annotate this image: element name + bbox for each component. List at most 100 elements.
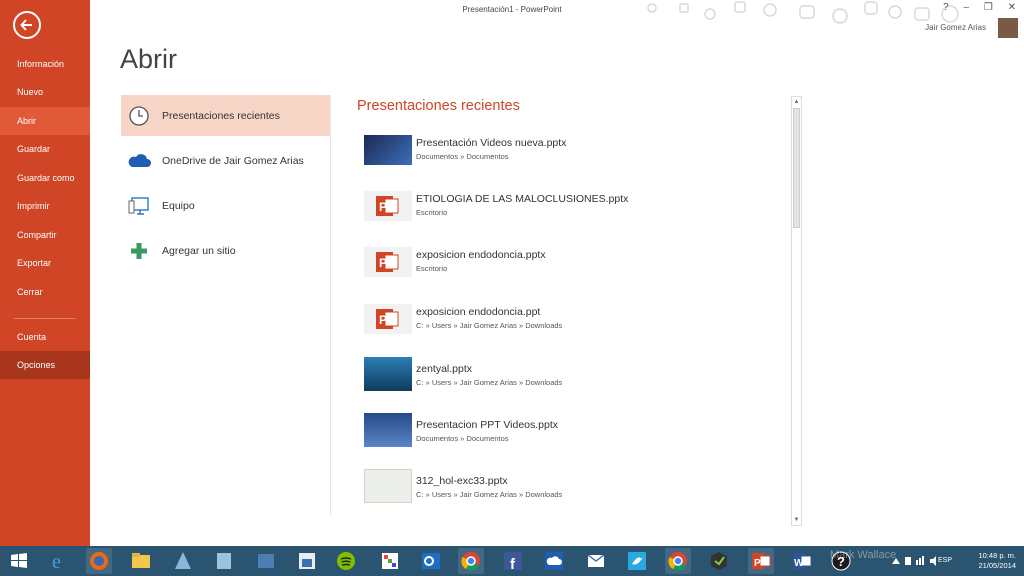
recent-file-item[interactable]: P ETIOLOGIA DE LAS MALOCLUSIONES.pptx Es… [357,191,787,239]
sidebar-item-guardar[interactable]: Guardar [0,135,90,163]
avatar[interactable] [998,18,1018,38]
svg-text:e: e [52,551,61,573]
powerpoint-file-icon: P [364,191,412,221]
location-onedrive[interactable]: OneDrive de Jair Gomez Arias [121,140,330,181]
user-name[interactable]: Jair Gomez Arias [925,23,986,32]
scroll-thumb[interactable] [793,108,800,228]
file-name: exposicion endodoncia.ppt [416,306,541,318]
plus-icon [127,239,151,263]
file-name: 312_hol-exc33.pptx [416,475,508,487]
svg-text:P: P [379,200,387,214]
location-computer[interactable]: Equipo [121,185,330,226]
clock-date: 21/05/2014 [978,561,1016,570]
minimize-button[interactable]: – [964,2,970,13]
file-path: Documentos » Documentos [416,434,509,443]
slide-thumbnail [364,357,412,391]
location-recent-presentations[interactable]: Presentaciones recientes [121,95,330,136]
tray-icons[interactable] [890,555,940,567]
spotify-icon[interactable] [333,548,359,574]
svg-text:P: P [379,256,387,270]
file-name: Presentación Videos nueva.pptx [416,137,567,149]
app-icon[interactable] [211,548,237,574]
sidebar-divider [14,318,76,319]
restore-button[interactable]: ❐ [984,2,993,13]
recent-file-item[interactable]: Presentación Videos nueva.pptx Documento… [357,135,787,183]
twitter-icon[interactable] [624,548,650,574]
file-path: Escritorio [416,208,448,217]
sidebar-item-cerrar[interactable]: Cerrar [0,278,90,306]
sidebar-item-imprimir[interactable]: Imprimir [0,192,90,220]
language-indicator[interactable]: ESP [938,557,952,564]
windows-start-icon[interactable] [6,548,32,574]
powerpoint-icon[interactable]: P [748,548,774,574]
firefox-icon[interactable] [86,548,112,574]
panel-divider [330,95,331,515]
file-path: C: » Users » Jair Gomez Arias » Download… [416,321,563,330]
back-button[interactable] [13,11,41,39]
app-icon[interactable] [294,548,320,574]
file-path: C: » Users » Jair Gomez Arias » Download… [416,490,563,499]
page-title: Abrir [120,44,178,74]
app-icon[interactable] [706,548,732,574]
file-name: zentyal.pptx [416,363,473,375]
internet-explorer-icon[interactable]: e [46,548,72,574]
clock-icon [127,104,151,128]
location-label: Presentaciones recientes [162,109,280,122]
app-icon[interactable] [170,548,196,574]
sidebar-item-guardar-como[interactable]: Guardar como [0,164,90,192]
powerpoint-file-icon: P [364,304,412,334]
clock[interactable]: 10:48 p. m. 21/05/2014 [966,551,1016,571]
powerpoint-file-icon: P [364,247,412,277]
recent-file-item[interactable]: P exposicion endodoncia.ppt C: » Users »… [357,304,787,352]
chrome-icon[interactable] [458,548,484,574]
file-path: C: » Users » Jair Gomez Arias » Download… [416,378,563,387]
sidebar-item-opciones[interactable]: Opciones [0,351,90,379]
help-button[interactable]: ? [943,2,949,13]
clock-time: 10:48 p. m. [978,551,1016,560]
file-name: ETIOLOGIA DE LAS MALOCLUSIONES.pptx [416,193,629,205]
sidebar-item-nuevo[interactable]: Nuevo [0,78,90,106]
onedrive-icon[interactable] [541,548,567,574]
watermark-text: Mark Wallace [830,549,897,561]
sidebar-item-compartir[interactable]: Compartir [0,221,90,249]
location-label: Equipo [162,199,195,212]
sidebar-item-cuenta[interactable]: Cuenta [0,323,90,351]
file-name: Presentacion PPT Videos.pptx [416,419,559,431]
file-path: Escritorio [416,264,448,273]
location-add-site[interactable]: Agregar un sitio [121,230,330,271]
app-icon[interactable] [253,548,279,574]
file-explorer-icon[interactable] [128,548,154,574]
window-title: Presentación1 - PowerPoint [462,5,562,14]
recent-file-item[interactable]: 312_hol-exc33.pptx C: » Users » Jair Gom… [357,469,787,517]
sidebar-item-exportar[interactable]: Exportar [0,249,90,277]
sidebar-item-informacion[interactable]: Información [0,50,90,78]
scroll-up-icon[interactable]: ▲ [792,97,801,107]
location-label: OneDrive de Jair Gomez Arias [162,154,304,167]
slide-thumbnail [364,469,412,503]
recent-file-item[interactable]: Presentacion PPT Videos.pptx Documentos … [357,413,787,461]
location-label: Agregar un sitio [162,244,236,257]
recent-file-item[interactable]: P exposicion endodoncia.pptx Escritorio [357,247,787,295]
file-path: Documentos » Documentos [416,152,509,161]
scroll-down-icon[interactable]: ▼ [792,515,801,525]
mail-icon[interactable] [583,548,609,574]
close-button[interactable]: ✕ [1008,2,1016,13]
facebook-icon[interactable]: f [500,548,526,574]
recent-file-item[interactable]: zentyal.pptx C: » Users » Jair Gomez Ari… [357,357,787,405]
recent-list-scrollbar[interactable]: ▲ ▼ [791,96,802,526]
outlook-icon[interactable] [418,548,444,574]
svg-text:P: P [754,558,761,569]
svg-text:W: W [794,558,804,569]
slide-thumbnail [364,413,412,447]
app-icon[interactable] [377,548,403,574]
sidebar-item-abrir[interactable]: Abrir [0,107,90,135]
svg-text:P: P [379,313,387,327]
word-icon[interactable]: W [789,548,815,574]
file-name: exposicion endodoncia.pptx [416,249,546,261]
recent-heading: Presentaciones recientes [357,98,520,114]
chrome-icon[interactable] [665,548,691,574]
slide-thumbnail [364,135,412,165]
computer-icon [127,194,151,218]
window-controls: ? – ❐ ✕ [931,2,1016,13]
cloud-icon [127,149,151,173]
